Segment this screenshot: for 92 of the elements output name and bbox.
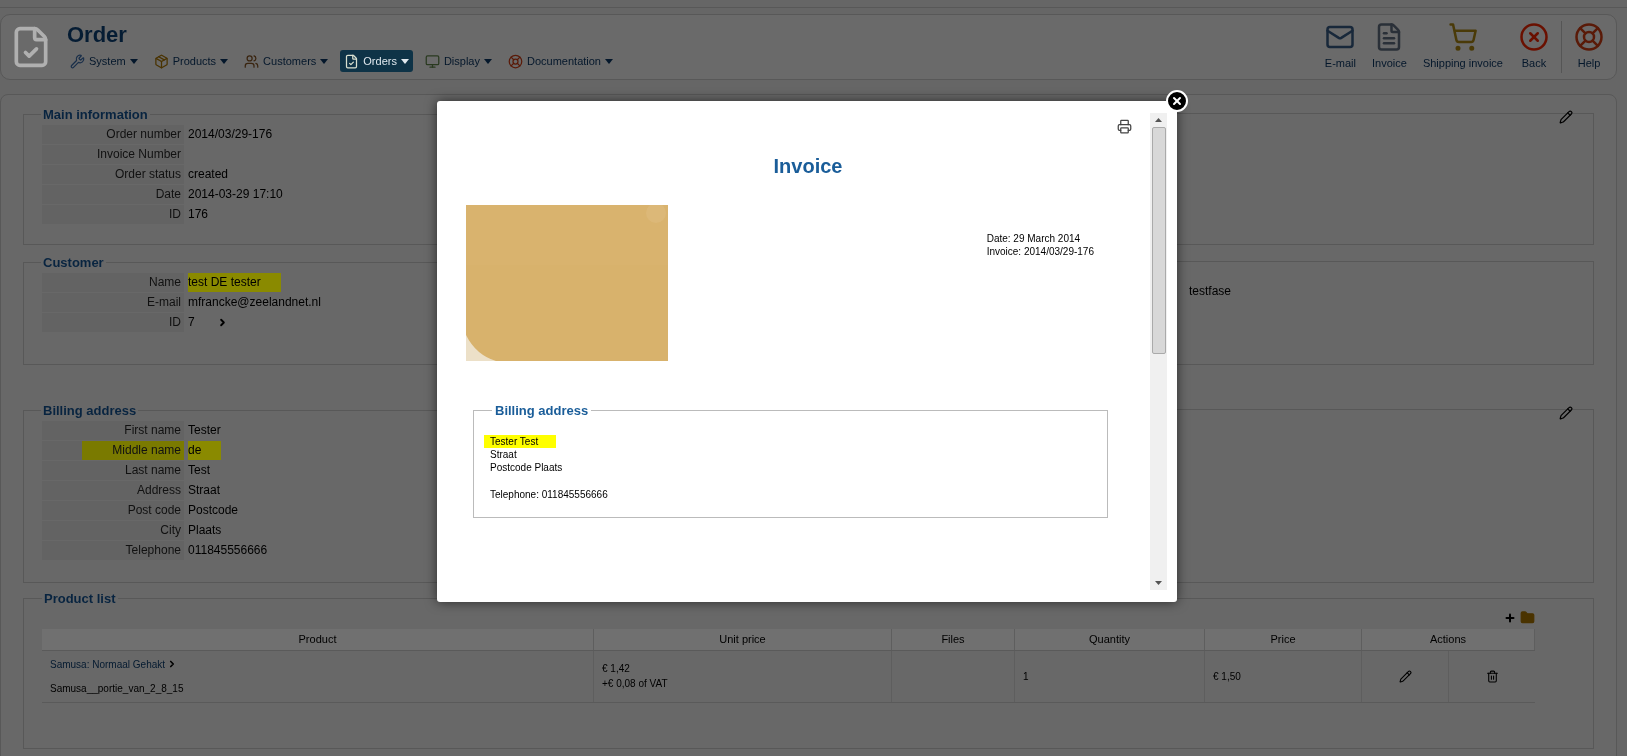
menu-item[interactable]: Orders xyxy=(340,50,413,72)
quantity-text: 1 xyxy=(1023,669,1029,684)
trash-icon[interactable] xyxy=(1485,669,1499,683)
address-line: Straat xyxy=(489,447,518,461)
field-label: Post code xyxy=(42,500,184,520)
menu-item[interactable]: Products xyxy=(149,50,233,72)
lifebuoy-icon xyxy=(1574,22,1604,53)
field-label: E-mail xyxy=(42,292,184,312)
invoice-title: Invoice xyxy=(773,154,843,179)
caret-icon xyxy=(400,58,409,64)
field-label: Date xyxy=(42,184,184,204)
field-label: Order number xyxy=(42,124,184,144)
pencil-icon[interactable] xyxy=(1559,110,1573,124)
field-label: First name xyxy=(42,420,184,440)
menu-item[interactable]: Display xyxy=(420,50,496,72)
pencil-icon[interactable] xyxy=(1398,669,1412,683)
section-title: Billing address xyxy=(42,402,138,420)
field-label: Invoice Number xyxy=(42,144,184,164)
note-text: testfase xyxy=(1189,283,1232,300)
column-header: Price xyxy=(1270,631,1296,647)
menu-item[interactable]: System xyxy=(66,50,142,72)
section-title: Main information xyxy=(42,106,149,124)
display-icon xyxy=(424,53,440,69)
invoice-number: Invoice: 2014/03/29-176 xyxy=(986,245,1094,258)
down-arrow-icon[interactable] xyxy=(1155,581,1162,585)
toolbar-button[interactable]: Invoice xyxy=(1364,22,1415,72)
menu-item[interactable]: Documentation xyxy=(504,50,617,72)
unit-price: € 1,42 xyxy=(602,662,631,676)
field-value: 176 xyxy=(188,205,210,223)
people-icon xyxy=(244,53,260,69)
field-value: mfrancke@zeelandnet.nl xyxy=(188,293,322,311)
caret-icon xyxy=(320,58,329,64)
field-value: test DE tester xyxy=(188,272,281,292)
column-header: Unit price xyxy=(719,631,766,647)
field-value: created xyxy=(188,165,230,183)
toolbar-button[interactable]: Help xyxy=(1566,22,1612,72)
caret-icon xyxy=(129,58,138,64)
field-label: Telephone xyxy=(42,540,184,560)
billing-title: Billing address xyxy=(494,402,590,420)
column-header: Actions xyxy=(1429,631,1467,647)
cart-icon xyxy=(1447,22,1478,53)
field-value: de xyxy=(188,440,222,460)
print-icon[interactable] xyxy=(1117,119,1132,134)
menu-item[interactable]: Customers xyxy=(240,50,333,72)
pencil-icon[interactable] xyxy=(1559,406,1573,420)
address-line: Postcode Plaats xyxy=(489,460,564,474)
toolbar-button[interactable]: Back xyxy=(1511,22,1557,72)
product-variant: Samusa__portie_van_2_8_15 xyxy=(50,681,185,696)
product-link[interactable]: Samusa: Normaal Gehakt xyxy=(50,656,166,672)
scrollbar[interactable] xyxy=(1150,113,1167,590)
field-label: Order status xyxy=(42,164,184,184)
section-title: Product list xyxy=(43,590,117,608)
wrench-icon xyxy=(70,53,85,69)
field-label: Last name xyxy=(42,460,184,480)
field-label: City xyxy=(42,520,184,540)
telephone-text: Telephone: 011845556666 xyxy=(490,487,609,501)
field-value: 2014-03-29 17:10 xyxy=(188,185,284,203)
folder-icon[interactable] xyxy=(1520,610,1535,625)
field-value: Plaats xyxy=(188,521,223,539)
box-icon xyxy=(153,53,169,69)
field-value: 7 xyxy=(188,313,196,331)
plus-icon[interactable] xyxy=(1504,611,1516,624)
field-value: Straat xyxy=(188,481,221,499)
caret-icon xyxy=(605,58,613,64)
caret-icon xyxy=(484,58,492,64)
column-header: Product xyxy=(298,631,337,647)
section-title: Customer xyxy=(42,254,105,272)
field-value: Test xyxy=(188,461,211,479)
price-text: € 1,50 xyxy=(1213,669,1241,684)
toolbar-button[interactable]: Shipping invoice xyxy=(1414,22,1511,72)
field-label: ID xyxy=(42,312,184,332)
field-label: Middle name xyxy=(42,440,184,460)
field-label: Address xyxy=(42,480,184,500)
close-button[interactable] xyxy=(1166,90,1188,112)
close-icon xyxy=(1519,22,1549,53)
field-value: Postcode xyxy=(188,501,240,519)
column-header: Quantity xyxy=(1089,631,1130,647)
toolbar-button[interactable]: E-mail xyxy=(1316,22,1364,72)
caret-icon xyxy=(220,58,229,64)
invoice-date: Date: 29 March 2014 xyxy=(986,232,1082,245)
field-value: Tester xyxy=(188,421,222,439)
vat-text: +€ 0,08 of VAT xyxy=(602,677,669,691)
field-value: 2014/03/29-176 xyxy=(188,125,274,143)
lifebuoy-icon xyxy=(508,53,523,69)
field-label: ID xyxy=(42,204,184,224)
column-header: Files xyxy=(941,631,965,647)
close-icon xyxy=(1171,95,1183,107)
up-arrow-icon[interactable] xyxy=(1155,118,1162,122)
page-title: Order xyxy=(67,22,128,48)
field-label: Name xyxy=(42,272,184,292)
field-value: 011845556666 xyxy=(188,541,269,559)
document-check-icon xyxy=(344,53,360,69)
